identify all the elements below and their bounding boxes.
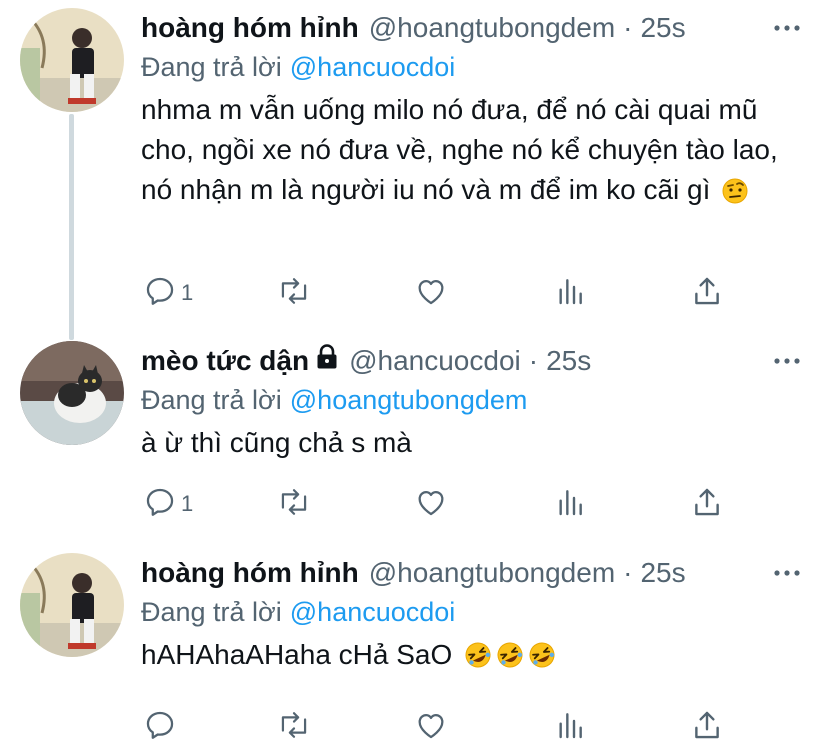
share-icon bbox=[690, 485, 724, 524]
more-icon[interactable] bbox=[772, 10, 802, 46]
avatar[interactable] bbox=[20, 553, 124, 657]
tweet-text: hAHAhaAHaha cHả SaO bbox=[141, 635, 801, 680]
username-handle[interactable]: @hancuocdoi bbox=[349, 343, 521, 379]
dot-separator: · bbox=[528, 345, 539, 376]
reply-button[interactable]: 1 bbox=[143, 275, 193, 311]
tweet-header: hoàng hóm hỉnh @hoangtubongdem · 25s bbox=[141, 555, 808, 591]
reply-icon bbox=[143, 485, 177, 524]
display-name[interactable]: hoàng hóm hỉnh bbox=[141, 555, 359, 591]
retweet-icon bbox=[276, 485, 312, 524]
replying-label: Đang trả lời bbox=[141, 52, 282, 82]
retweet-button[interactable] bbox=[276, 709, 312, 745]
timestamp[interactable]: 25s bbox=[640, 10, 685, 46]
tweet-header: mèo tức dận @hancuocdoi · 25s bbox=[141, 343, 808, 379]
tweet-header: hoàng hóm hỉnh @hoangtubongdem · 25s bbox=[141, 10, 808, 46]
rofl-emoji bbox=[496, 640, 524, 680]
replying-to: Đang trả lời @hoangtubongdem bbox=[141, 383, 527, 417]
dot-separator: · bbox=[623, 12, 633, 43]
reply-icon bbox=[143, 274, 177, 313]
reply-button[interactable] bbox=[143, 709, 181, 745]
username-handle[interactable]: @hoangtubongdem bbox=[369, 555, 615, 591]
share-button[interactable] bbox=[690, 275, 724, 311]
like-button[interactable] bbox=[414, 275, 448, 311]
tweet-text-content: nhma m vẫn uống milo nó đưa, để nó cài q… bbox=[141, 94, 778, 205]
retweet-icon bbox=[276, 708, 312, 747]
views-icon bbox=[554, 485, 586, 524]
views-button[interactable] bbox=[554, 709, 586, 745]
raised-eyebrow-emoji bbox=[722, 175, 748, 215]
retweet-icon bbox=[276, 274, 312, 313]
tweet-text-content: à ừ thì cũng chả s mà bbox=[141, 427, 412, 458]
replying-label: Đang trả lời bbox=[141, 597, 282, 627]
share-button[interactable] bbox=[690, 486, 724, 522]
mention-link[interactable]: @hancuocdoi bbox=[290, 597, 456, 627]
reply-count: 1 bbox=[181, 491, 194, 516]
rofl-emoji bbox=[464, 640, 492, 680]
like-button[interactable] bbox=[414, 709, 448, 745]
tweet[interactable]: hoàng hóm hỉnh @hoangtubongdem · 25s Đan… bbox=[0, 0, 828, 340]
display-name[interactable]: mèo tức dận bbox=[141, 343, 309, 379]
tweet-text: nhma m vẫn uống milo nó đưa, để nó cài q… bbox=[141, 90, 801, 215]
rofl-emoji bbox=[528, 640, 556, 680]
reply-count: 1 bbox=[181, 280, 194, 305]
like-icon bbox=[414, 274, 448, 313]
action-bar: 1 bbox=[0, 275, 828, 311]
tweet[interactable]: hoàng hóm hỉnh @hoangtubongdem · 25s Đan… bbox=[0, 545, 828, 755]
like-icon bbox=[414, 708, 448, 747]
like-button[interactable] bbox=[414, 486, 448, 522]
timestamp[interactable]: 25s bbox=[640, 555, 685, 591]
share-button[interactable] bbox=[690, 709, 724, 745]
views-button[interactable] bbox=[554, 486, 586, 522]
avatar[interactable] bbox=[20, 341, 124, 445]
replying-to: Đang trả lời @hancuocdoi bbox=[141, 595, 455, 629]
reply-button[interactable]: 1 bbox=[143, 486, 193, 522]
retweet-button[interactable] bbox=[276, 275, 312, 311]
views-button[interactable] bbox=[554, 275, 586, 311]
mention-link[interactable]: @hoangtubongdem bbox=[290, 385, 528, 415]
timestamp[interactable]: 25s bbox=[546, 343, 591, 379]
share-icon bbox=[690, 274, 724, 313]
action-bar bbox=[0, 709, 828, 745]
retweet-button[interactable] bbox=[276, 486, 312, 522]
avatar[interactable] bbox=[20, 8, 124, 112]
more-icon[interactable] bbox=[772, 555, 802, 591]
views-icon bbox=[554, 708, 586, 747]
dot-separator: · bbox=[623, 557, 633, 588]
more-icon[interactable] bbox=[772, 343, 802, 379]
display-name[interactable]: hoàng hóm hỉnh bbox=[141, 10, 359, 46]
like-icon bbox=[414, 485, 448, 524]
mention-link[interactable]: @hancuocdoi bbox=[290, 52, 456, 82]
tweet-text-content: hAHAhaAHaha cHả SaO bbox=[141, 639, 453, 670]
views-icon bbox=[554, 274, 586, 313]
replying-to: Đang trả lời @hancuocdoi bbox=[141, 50, 455, 84]
reply-icon bbox=[143, 708, 177, 747]
username-handle[interactable]: @hoangtubongdem bbox=[369, 10, 615, 46]
action-bar: 1 bbox=[0, 486, 828, 522]
share-icon bbox=[690, 708, 724, 747]
tweet-text: à ừ thì cũng chả s mà bbox=[141, 423, 801, 463]
replying-label: Đang trả lời bbox=[141, 385, 282, 415]
tweet[interactable]: mèo tức dận @hancuocdoi · 25s Đang trả l… bbox=[0, 333, 828, 543]
lock-icon bbox=[315, 343, 339, 379]
